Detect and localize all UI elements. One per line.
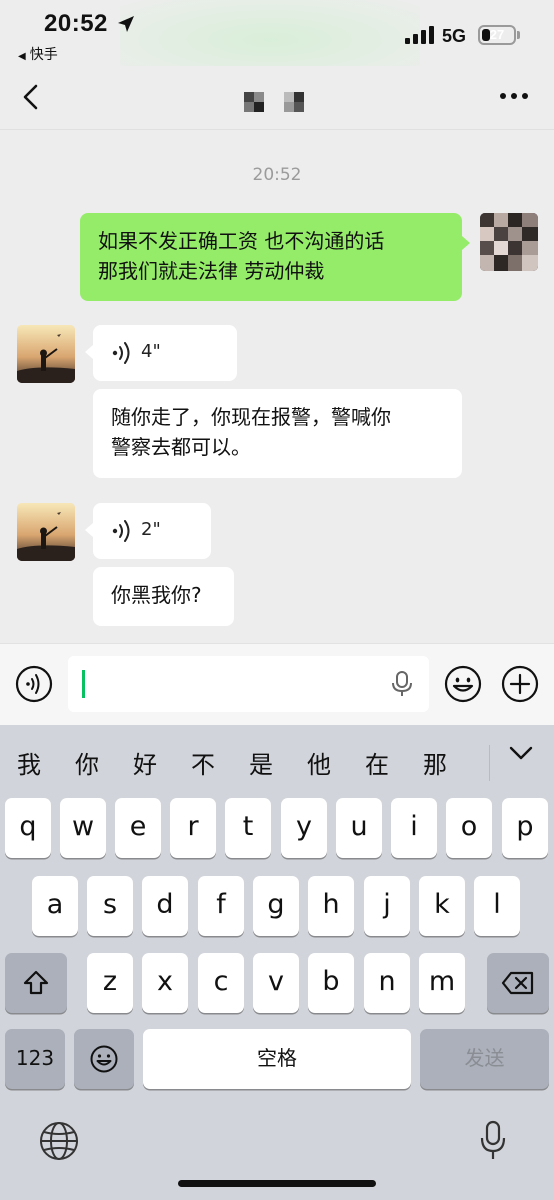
back-app-label: 快手 [29, 47, 58, 63]
key-j[interactable]: j [364, 876, 410, 936]
status-bar: 20:52 ◀ 快手 5G 27 [0, 0, 554, 80]
backspace-icon [501, 971, 534, 995]
message-line: 你黑我你? [111, 583, 202, 607]
network-type: 5G [442, 26, 467, 46]
key-q[interactable]: q [5, 798, 51, 858]
ellipsis-icon[interactable] [498, 86, 530, 106]
key-h[interactable]: h [308, 876, 354, 936]
back-triangle-icon: ◀ [18, 51, 26, 62]
voice-duration: 4" [141, 341, 161, 362]
message-line: 随你走了，你现在报警，警喊你 [111, 405, 391, 429]
location-arrow-icon [118, 16, 134, 32]
battery-cap [517, 31, 520, 39]
candidate-item[interactable]: 我 [17, 745, 41, 780]
voice-duration: 2" [141, 519, 161, 540]
avatar-contact[interactable] [17, 503, 75, 561]
key-l[interactable]: l [474, 876, 520, 936]
candidate-bar: 我 你 好 不 是 他 在 那 [0, 725, 554, 797]
bubble-tail [462, 236, 470, 250]
avatar-self[interactable] [480, 213, 538, 271]
plus-icon[interactable] [501, 665, 539, 703]
candidate-separator [489, 745, 490, 781]
text-caret [82, 670, 85, 698]
voice-wave-icon [112, 342, 130, 364]
candidate-item[interactable]: 在 [365, 745, 389, 780]
key-o[interactable]: o [446, 798, 492, 858]
candidate-item[interactable]: 是 [249, 745, 273, 780]
voice-wave-icon [112, 520, 130, 542]
key-x[interactable]: x [142, 953, 188, 1013]
key-a[interactable]: a [32, 876, 78, 936]
message-bubble-received[interactable]: 你黑我你? [93, 567, 234, 626]
key-s[interactable]: s [87, 876, 133, 936]
key-g[interactable]: g [253, 876, 299, 936]
key-c[interactable]: c [198, 953, 244, 1013]
key-u[interactable]: u [336, 798, 382, 858]
key-z[interactable]: z [87, 953, 133, 1013]
key-i[interactable]: i [391, 798, 437, 858]
send-key[interactable]: 发送 [420, 1029, 549, 1089]
message-line: 警察去都可以。 [111, 435, 251, 459]
message-line: 如果不发正确工资 也不沟通的话 [98, 229, 385, 253]
avatar-contact-image [17, 325, 75, 383]
key-v[interactable]: v [253, 953, 299, 1013]
delete-key[interactable] [487, 953, 549, 1013]
numbers-key[interactable]: 123 [5, 1029, 65, 1089]
space-key[interactable]: 空格 [143, 1029, 411, 1089]
bubble-tail [85, 523, 93, 537]
chat-nav-bar [0, 66, 554, 130]
key-b[interactable]: b [308, 953, 354, 1013]
message-timestamp: 20:52 [252, 165, 302, 185]
back-to-app-link[interactable]: ◀ 快手 [18, 44, 58, 64]
avatar-contact[interactable] [17, 325, 75, 383]
chevron-left-icon[interactable] [18, 82, 44, 112]
emoji-key[interactable] [74, 1029, 134, 1089]
message-bubble-received[interactable]: 随你走了，你现在报警，警喊你 警察去都可以。 [93, 389, 462, 478]
avatar-contact-image [17, 503, 75, 561]
candidate-item[interactable]: 不 [191, 745, 215, 780]
key-f[interactable]: f [198, 876, 244, 936]
candidate-item[interactable]: 好 [133, 745, 157, 780]
key-y[interactable]: y [281, 798, 327, 858]
voice-mode-icon[interactable] [15, 665, 53, 703]
message-bubble-sent[interactable]: 如果不发正确工资 也不沟通的话 那我们就走法律 劳动仲裁 [80, 213, 462, 301]
key-m[interactable]: m [419, 953, 465, 1013]
key-k[interactable]: k [419, 876, 465, 936]
voice-message[interactable]: 4" [93, 325, 237, 381]
shift-icon [23, 970, 49, 995]
candidate-item[interactable]: 那 [423, 745, 447, 780]
battery-percent: 27 [489, 27, 505, 42]
avatar-self-mosaic [480, 213, 538, 271]
bubble-tail [85, 345, 93, 359]
chat-title-redacted [244, 92, 314, 112]
emoji-key-icon [90, 1045, 118, 1073]
candidate-item[interactable]: 他 [307, 745, 331, 780]
candidate-item[interactable]: 你 [75, 745, 99, 780]
key-e[interactable]: e [115, 798, 161, 858]
voice-message[interactable]: 2" [93, 503, 211, 559]
key-p[interactable]: p [502, 798, 548, 858]
shift-key[interactable] [5, 953, 67, 1013]
message-input-bar [0, 643, 554, 725]
key-t[interactable]: t [225, 798, 271, 858]
key-d[interactable]: d [142, 876, 188, 936]
message-line: 那我们就走法律 劳动仲裁 [98, 259, 325, 283]
signal-bars-icon [405, 26, 434, 44]
keyboard: 我 你 好 不 是 他 在 那 q w e r t y u i o p a s … [0, 725, 554, 1200]
chat-area[interactable]: 20:52 如果不发正确工资 也不沟通的话 那我们就走法律 劳动仲裁 4" 随你… [0, 131, 554, 643]
dictation-microphone-icon[interactable] [478, 1118, 508, 1164]
key-n[interactable]: n [364, 953, 410, 1013]
battery-icon: 27 [478, 25, 516, 45]
microphone-icon[interactable] [390, 670, 414, 698]
message-input[interactable] [68, 656, 429, 712]
emoji-icon[interactable] [444, 665, 482, 703]
globe-icon[interactable] [38, 1120, 80, 1162]
home-indicator[interactable] [178, 1180, 376, 1187]
status-time: 20:52 [44, 10, 108, 37]
key-r[interactable]: r [170, 798, 216, 858]
chevron-down-icon[interactable] [508, 743, 534, 763]
key-w[interactable]: w [60, 798, 106, 858]
